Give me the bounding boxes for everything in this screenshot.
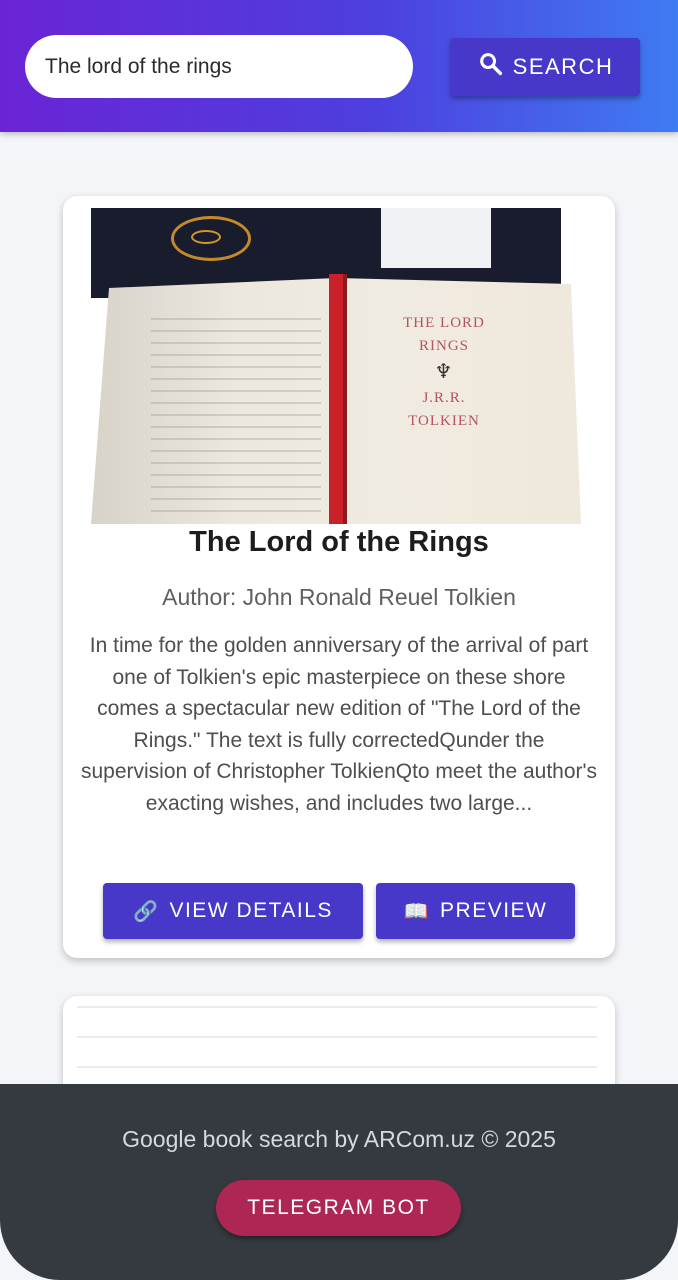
- link-icon: 🔗: [133, 900, 160, 923]
- app-screen: SEARCH THE LORDRINGS♆J.R.R.TOLKIEN The L…: [0, 0, 678, 1280]
- search-input[interactable]: [25, 35, 413, 98]
- book-cover-image: THE LORD RINGS ♆ J.R.R. TOLKIEN: [91, 208, 591, 524]
- search-button-label: SEARCH: [512, 54, 614, 79]
- search-icon: [477, 50, 505, 84]
- book-description: In time for the golden anniversary of th…: [80, 634, 598, 815]
- telegram-bot-button[interactable]: TELEGRAM BOT: [216, 1180, 461, 1236]
- footer: Google book search by ARCom.uz © 2025 TE…: [0, 1084, 678, 1280]
- view-details-label: VIEW DETAILS: [169, 899, 333, 922]
- footer-text: Google book search by ARCom.uz © 2025: [122, 1126, 556, 1152]
- search-header: SEARCH: [0, 0, 678, 132]
- book-title[interactable]: The Lord of the Rings: [63, 526, 615, 559]
- preview-button[interactable]: 📖 PREVIEW: [376, 883, 575, 939]
- view-details-button[interactable]: 🔗 VIEW DETAILS: [103, 883, 363, 939]
- book-card: THE LORD RINGS ♆ J.R.R. TOLKIEN The Lord of …: [63, 196, 615, 958]
- book-icon: 📖: [403, 900, 431, 923]
- search-button[interactable]: SEARCH: [450, 38, 640, 96]
- preview-label: PREVIEW: [440, 899, 548, 922]
- book-author: Author: John Ronald Reuel Tolkien: [162, 584, 516, 610]
- results-list: THE LORD RINGS ♆ J.R.R. TOLKIEN The Lord of …: [0, 132, 678, 1084]
- book-card: [63, 996, 615, 1084]
- book-cover-image: [77, 1006, 597, 1084]
